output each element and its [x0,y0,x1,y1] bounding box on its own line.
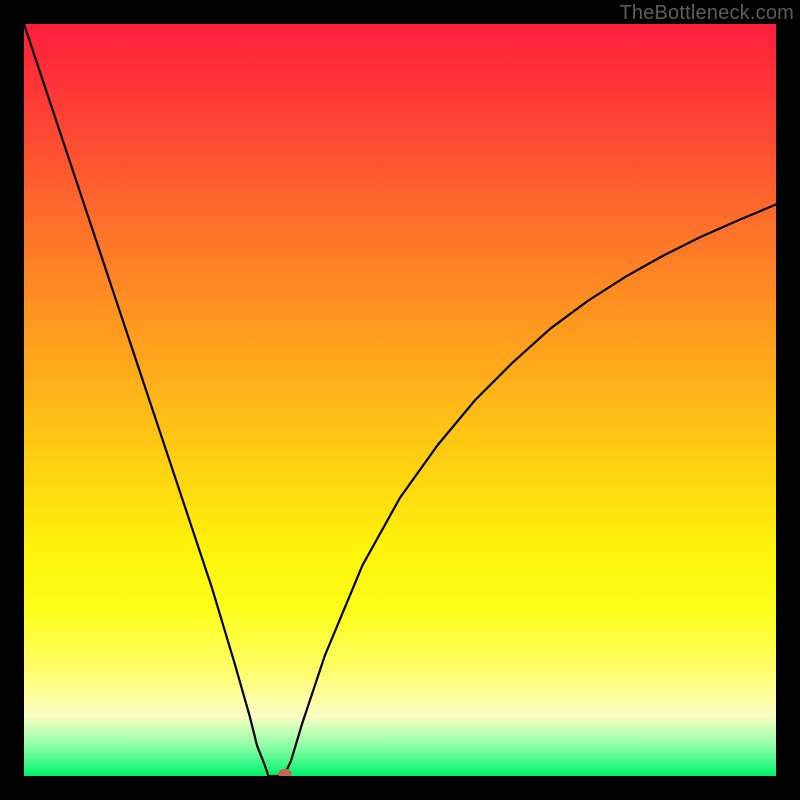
chart-stage: TheBottleneck.com [0,0,800,800]
plot-area [24,24,776,776]
watermark-text: TheBottleneck.com [619,2,794,25]
